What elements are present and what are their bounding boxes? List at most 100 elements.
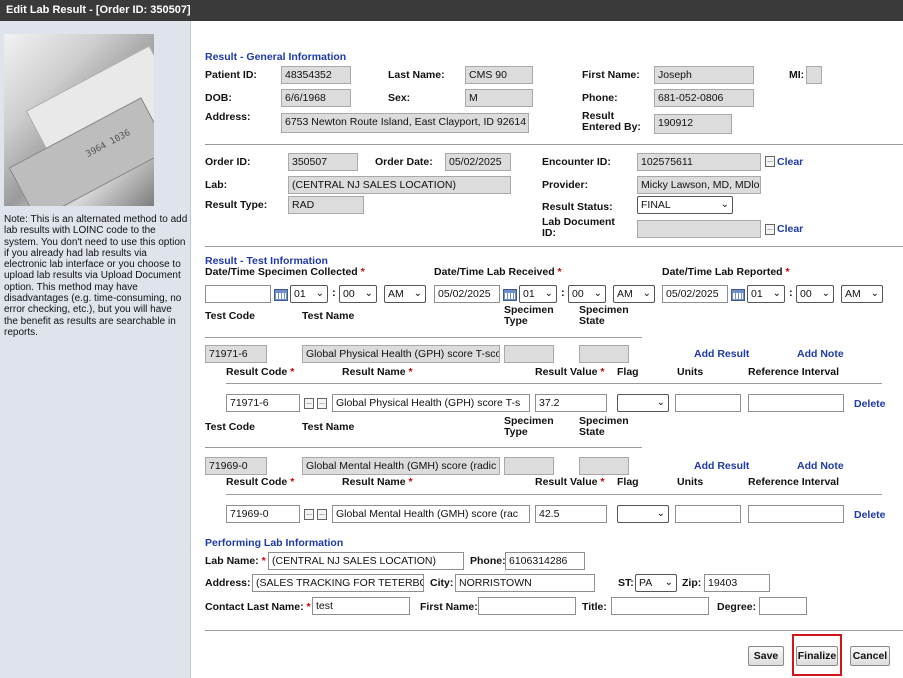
st-select[interactable]: PA ⌄ [635, 574, 677, 592]
result-code-input[interactable]: 71969-0 [226, 505, 300, 523]
delete-link[interactable]: Delete [854, 398, 886, 410]
degree-label: Degree: [717, 601, 757, 613]
add-note-link[interactable]: Add Note [797, 460, 844, 472]
performing-address-input[interactable]: (SALES TRACKING FOR TETERBOR [252, 574, 424, 592]
performing-phone-input[interactable]: 6106314286 [505, 552, 585, 570]
result-code-lookup-button[interactable]: ... [304, 398, 314, 409]
result-code-input[interactable]: 71971-6 [226, 394, 300, 412]
encounter-id-label: Encounter ID: [542, 156, 611, 168]
lab-document-lookup-button[interactable]: ... [765, 224, 775, 235]
chevron-down-icon: ⌄ [315, 288, 324, 299]
reference-interval-header: Reference Interval [748, 366, 840, 378]
test-code-header: Test Code [205, 310, 255, 322]
result-name-lookup-button[interactable]: ... [317, 398, 327, 409]
add-note-link[interactable]: Add Note [797, 348, 844, 360]
test-name-field: Global Mental Health (GMH) score (radic [302, 457, 500, 475]
encounter-lookup-button[interactable]: ... [765, 156, 775, 167]
lab-document-id-label: Lab Document ID: [542, 216, 615, 239]
sidebar-note: Note: This is an alternated method to ad… [4, 214, 188, 338]
contact-first-name-input[interactable] [478, 597, 576, 615]
reference-interval-input[interactable] [748, 505, 844, 523]
encounter-clear-link[interactable]: Clear [777, 156, 803, 168]
reported-date-input[interactable]: 05/02/2025 [662, 285, 728, 303]
contact-last-name-input[interactable]: test [312, 597, 410, 615]
received-minute-select[interactable]: 00 ⌄ [568, 285, 606, 303]
result-name-header: Result Name * [342, 476, 413, 488]
cancel-button[interactable]: Cancel [850, 646, 890, 666]
lab-label: Lab: [205, 179, 228, 191]
mi-label: MI: [789, 69, 805, 81]
address-field: 6753 Newton Route Island, East Clayport,… [281, 113, 529, 133]
lab-name-input[interactable]: (CENTRAL NJ SALES LOCATION) [268, 552, 464, 570]
order-date-field: 05/02/2025 [445, 153, 511, 171]
mi-field [806, 66, 822, 84]
received-date-input[interactable]: 05/02/2025 [434, 285, 500, 303]
degree-input[interactable] [759, 597, 807, 615]
chevron-down-icon: ⌄ [642, 288, 651, 299]
specimen-state-header: Specimen State [579, 415, 629, 438]
divider [205, 144, 903, 145]
received-hour-select[interactable]: 01 ⌄ [519, 285, 557, 303]
title-input[interactable] [611, 597, 709, 615]
add-result-link[interactable]: Add Result [694, 348, 749, 360]
divider [226, 383, 882, 384]
reference-interval-input[interactable] [748, 394, 844, 412]
reported-minute-select[interactable]: 00 ⌄ [796, 285, 834, 303]
units-input[interactable] [675, 505, 741, 523]
provider-field: Micky Lawson, MD, MDloc [637, 176, 761, 194]
collected-hour-select[interactable]: 01 ⌄ [290, 285, 328, 303]
flag-select[interactable]: ⌄ [617, 394, 669, 412]
chevron-down-icon: ⌄ [656, 397, 665, 408]
section-title-general: Result - General Information [205, 51, 347, 63]
lab-document-clear-link[interactable]: Clear [777, 223, 803, 235]
delete-link[interactable]: Delete [854, 509, 886, 521]
collected-ampm-select[interactable]: AM ⌄ [384, 285, 426, 303]
calendar-icon[interactable] [731, 289, 745, 301]
result-type-field: RAD [288, 196, 364, 214]
zip-input[interactable]: 19403 [704, 574, 770, 592]
finalize-button[interactable]: Finalize [796, 646, 838, 666]
first-name-label: First Name: [582, 69, 640, 81]
result-name-input[interactable]: Global Mental Health (GMH) score (rac [332, 505, 530, 523]
collected-minute-select[interactable]: 00 ⌄ [339, 285, 377, 303]
result-entered-by-label: Result Entered By: [582, 110, 641, 133]
test-code-field: 71971-6 [205, 345, 267, 363]
chevron-down-icon: ⌄ [664, 577, 673, 588]
received-label: Date/Time Lab Received * [434, 266, 562, 278]
result-value-input[interactable]: 42.5 [535, 505, 607, 523]
result-value-input[interactable]: 37.2 [535, 394, 607, 412]
divider [205, 337, 642, 338]
chevron-down-icon: ⌄ [720, 199, 729, 210]
result-name-lookup-button[interactable]: ... [317, 509, 327, 520]
result-type-label: Result Type: [205, 199, 268, 211]
patient-id-label: Patient ID: [205, 69, 257, 81]
save-button[interactable]: Save [748, 646, 784, 666]
sex-label: Sex: [388, 92, 411, 104]
sex-field: M [465, 89, 533, 107]
calendar-icon[interactable] [503, 289, 517, 301]
calendar-icon[interactable] [274, 289, 288, 301]
result-code-header: Result Code * [226, 366, 295, 378]
first-name-field: Joseph [654, 66, 754, 84]
city-input[interactable]: NORRISTOWN [455, 574, 595, 592]
result-code-lookup-button[interactable]: ... [304, 509, 314, 520]
received-ampm-select[interactable]: AM ⌄ [613, 285, 655, 303]
result-status-select[interactable]: FINAL ⌄ [637, 196, 733, 214]
order-id-field: 350507 [288, 153, 358, 171]
units-input[interactable] [675, 394, 741, 412]
lab-document-id-field [637, 220, 761, 238]
test-name-field: Global Physical Health (GPH) score T-sco [302, 345, 500, 363]
last-name-label: Last Name: [388, 69, 445, 81]
reported-hour-select[interactable]: 01 ⌄ [747, 285, 785, 303]
add-result-link[interactable]: Add Result [694, 460, 749, 472]
result-name-input[interactable]: Global Physical Health (GPH) score T-s [332, 394, 530, 412]
reported-ampm-select[interactable]: AM ⌄ [841, 285, 883, 303]
collected-label: Date/Time Specimen Collected * [205, 266, 365, 278]
collected-date-input[interactable] [205, 285, 271, 303]
address-label: Address: [205, 111, 251, 123]
flag-select[interactable]: ⌄ [617, 505, 669, 523]
result-name-header: Result Name * [342, 366, 413, 378]
provider-label: Provider: [542, 179, 589, 191]
chevron-down-icon: ⌄ [364, 288, 373, 299]
phone-field: 681-052-0806 [654, 89, 754, 107]
